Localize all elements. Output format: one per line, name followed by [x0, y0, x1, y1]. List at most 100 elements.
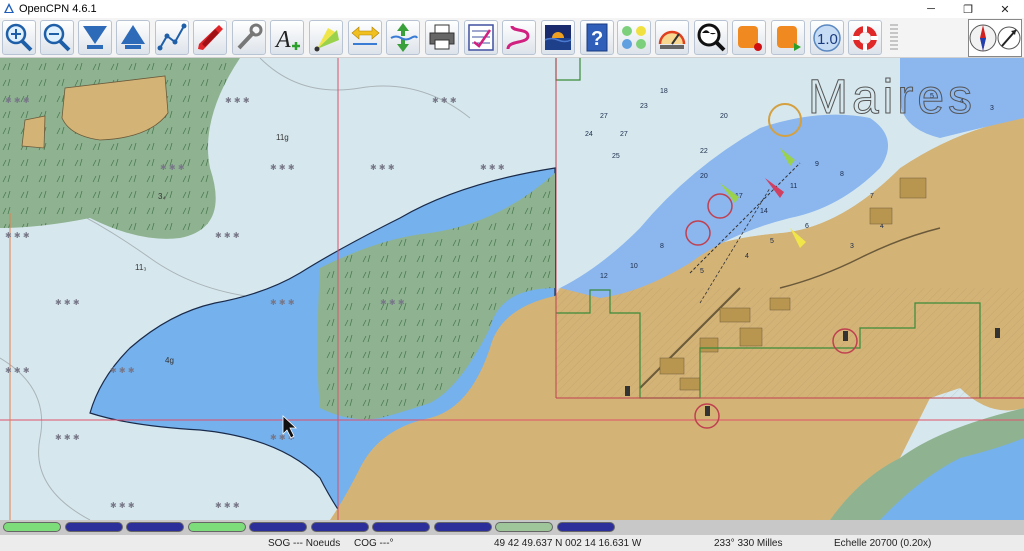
- current-button[interactable]: [348, 20, 382, 55]
- play-button[interactable]: [771, 20, 805, 55]
- ais-button[interactable]: [617, 20, 651, 55]
- zoom-out-button[interactable]: [40, 20, 74, 55]
- svg-text:?: ?: [591, 28, 603, 50]
- chart-piano-key[interactable]: [433, 522, 492, 532]
- zoom-in-button[interactable]: [2, 20, 36, 55]
- svg-text:6: 6: [805, 223, 809, 230]
- checklist-icon: [468, 24, 494, 51]
- nautical-chart[interactable]: 272724 232520 171411 986 545 81012 743 5…: [0, 58, 1024, 520]
- svg-text:8: 8: [660, 243, 664, 250]
- svg-text:20: 20: [720, 113, 728, 120]
- chart-piano-key[interactable]: [372, 522, 430, 532]
- svg-text:✱ ✱ ✱: ✱ ✱ ✱: [110, 366, 135, 375]
- color-scheme-icon: [544, 25, 572, 50]
- svg-text:5: 5: [770, 238, 774, 245]
- main-toolbar: A ? 1.0: [0, 18, 1024, 58]
- tide-button[interactable]: [386, 20, 420, 55]
- settings-button[interactable]: [232, 20, 266, 55]
- chart-piano-key[interactable]: [495, 522, 553, 532]
- svg-text:4: 4: [745, 253, 749, 260]
- svg-text:✱ ✱ ✱: ✱ ✱ ✱: [370, 163, 395, 172]
- dashboard-button[interactable]: [655, 20, 689, 55]
- svg-text:✱ ✱ ✱: ✱ ✱ ✱: [55, 433, 80, 442]
- route-icon: [157, 23, 187, 51]
- text-add-icon: A: [274, 27, 300, 53]
- light-icon: [314, 28, 339, 52]
- svg-text:18: 18: [660, 88, 668, 95]
- lights-button[interactable]: [309, 20, 343, 55]
- chart-piano-key[interactable]: [249, 522, 307, 532]
- svg-text:7: 7: [870, 193, 874, 200]
- depth-label: 4g: [165, 356, 174, 365]
- svg-text:23: 23: [640, 103, 648, 110]
- zoom-in-icon: [5, 23, 33, 52]
- svg-text:9: 9: [815, 161, 819, 168]
- mob-button[interactable]: [848, 20, 882, 55]
- scale-readout: Echelle 20700 (0.20x): [834, 538, 932, 549]
- svg-text:✱ ✱ ✱: ✱ ✱ ✱: [5, 96, 30, 105]
- svg-text:14: 14: [760, 208, 768, 215]
- compass-widget[interactable]: [968, 19, 1022, 57]
- svg-text:✱ ✱ ✱: ✱ ✱ ✱: [55, 298, 80, 307]
- track-icon: [506, 25, 530, 50]
- svg-text:1.0: 1.0: [817, 31, 838, 48]
- app-logo-icon: [4, 3, 14, 13]
- route-button[interactable]: [155, 20, 189, 55]
- help-button[interactable]: ?: [580, 20, 614, 55]
- chart-piano-key[interactable]: [3, 522, 61, 532]
- close-button[interactable]: ✕: [986, 0, 1024, 18]
- text-button[interactable]: A: [270, 20, 304, 55]
- route-manager-button[interactable]: [464, 20, 498, 55]
- chart-piano-key[interactable]: [64, 522, 123, 532]
- auto-follow-button[interactable]: [193, 20, 227, 55]
- sog-readout: SOG --- Noeuds: [268, 538, 341, 549]
- maximize-button[interactable]: ❐: [949, 0, 987, 18]
- chart-piano-key[interactable]: [126, 522, 184, 532]
- wrench-icon: [237, 23, 263, 50]
- print-button[interactable]: [425, 20, 459, 55]
- help-icon: ?: [586, 23, 608, 52]
- svg-text:✱ ✱ ✱: ✱ ✱ ✱: [432, 96, 457, 105]
- opencpn-window: OpenCPN 4.6.1 ─ ❐ ✕ A ? 1.0 27 27 24 23 …: [0, 0, 1024, 551]
- minimize-button[interactable]: ─: [912, 0, 950, 18]
- ais-icon: [622, 26, 646, 49]
- toolbar-grip-icon[interactable]: [888, 21, 900, 55]
- scale-one-icon: 1.0: [813, 24, 841, 52]
- svg-text:10: 10: [630, 263, 638, 270]
- svg-text:A: A: [274, 27, 291, 53]
- svg-text:✱ ✱ ✱: ✱ ✱ ✱: [270, 163, 295, 172]
- color-scheme-button[interactable]: [541, 20, 575, 55]
- svg-text:✱ ✱ ✱: ✱ ✱ ✱: [110, 501, 135, 510]
- compass-icon: [969, 24, 1021, 52]
- title-bar: OpenCPN 4.6.1 ─ ❐ ✕: [0, 0, 1024, 18]
- globe-button[interactable]: [694, 20, 728, 55]
- land-islet: [21, 115, 46, 149]
- svg-text:✱ ✱ ✱: ✱ ✱ ✱: [225, 96, 250, 105]
- svg-text:3: 3: [990, 105, 994, 112]
- scale-out-icon: [121, 25, 145, 49]
- svg-text:22: 22: [700, 148, 708, 155]
- bearing-distance-readout: 233° 330 Milles: [714, 538, 783, 549]
- cursor-position-readout: 49 42 49.637 N 002 14 16.631 W: [494, 538, 642, 549]
- chart-piano-bar: [0, 520, 1024, 534]
- track-button[interactable]: [502, 20, 536, 55]
- zoom-out-icon: [43, 23, 71, 52]
- printer-icon: [429, 24, 455, 50]
- scale-out-button[interactable]: [116, 20, 150, 55]
- chart-canvas[interactable]: 27 27 24 23 25 20 17 14 11 986 545 8 10 12 743 5…: [0, 58, 1024, 520]
- status-bar: SOG --- Noeuds COG ---° 49 42 49.637 N 0…: [0, 534, 1024, 551]
- depth-label: 3₄: [158, 192, 166, 201]
- chart-piano-key[interactable]: [310, 522, 369, 532]
- svg-text:8: 8: [840, 171, 844, 178]
- svg-text:✱ ✱ ✱: ✱ ✱ ✱: [5, 231, 30, 240]
- depth-label: 11g: [276, 133, 289, 142]
- svg-text:✱ ✱ ✱: ✱ ✱ ✱: [380, 298, 405, 307]
- svg-text:✱ ✱ ✱: ✱ ✱ ✱: [5, 366, 30, 375]
- chart-piano-key[interactable]: [556, 522, 615, 532]
- record-button[interactable]: [732, 20, 766, 55]
- scale-one-button[interactable]: 1.0: [810, 20, 844, 55]
- svg-text:✱ ✱ ✱: ✱ ✱ ✱: [480, 163, 505, 172]
- chart-piano-key[interactable]: [187, 522, 246, 532]
- record-icon: [738, 26, 762, 51]
- scale-in-button[interactable]: [78, 20, 112, 55]
